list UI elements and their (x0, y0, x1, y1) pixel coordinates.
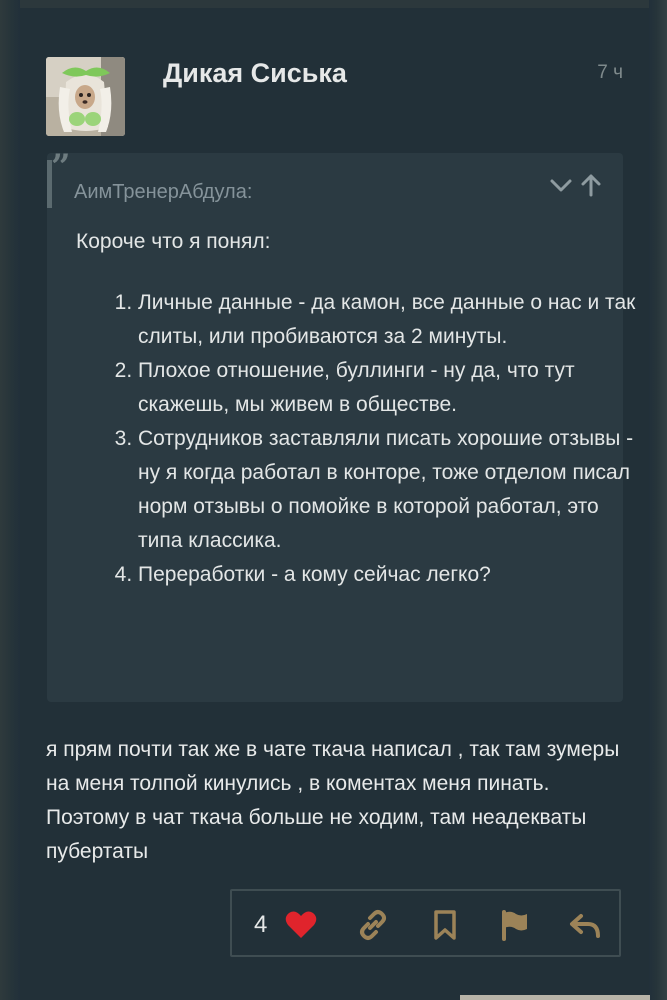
quote-author[interactable]: АимТренерАбдула: (74, 181, 252, 204)
action-bar: 4 (230, 889, 621, 957)
like-count: 4 (254, 911, 268, 938)
flag-icon[interactable] (498, 908, 532, 942)
post-time: 7 ч (597, 62, 623, 83)
bookmark-icon[interactable] (428, 908, 462, 942)
bottom-strip (460, 995, 650, 1000)
arrow-up-icon[interactable] (578, 172, 604, 198)
link-icon[interactable] (356, 908, 390, 942)
list-item: Переработки - а кому сейчас легко? (138, 558, 643, 592)
avatar-dog-photo (46, 57, 125, 136)
reply-icon[interactable] (568, 908, 602, 942)
quote-list: Личные данные - да камон, все данные о н… (106, 286, 643, 592)
quote-controls (548, 172, 604, 198)
list-item: Личные данные - да камон, все данные о н… (138, 286, 643, 354)
list-item: Сотрудников заставляли писать хорошие от… (138, 422, 643, 558)
background-edge-right (649, 0, 667, 1000)
quote-icon: ” (51, 147, 71, 187)
author-name[interactable]: Дикая Сиська (163, 58, 347, 89)
quote-intro: Короче что я понял: (76, 230, 271, 253)
avatar[interactable] (46, 57, 125, 136)
comment-body: я прям почти так же в чате ткача написал… (46, 738, 620, 863)
heart-icon[interactable] (284, 908, 318, 942)
list-item: Плохое отношение, буллинги - ну да, что … (138, 354, 643, 422)
background-edge-left (0, 0, 20, 1000)
chevron-down-icon[interactable] (548, 172, 574, 198)
